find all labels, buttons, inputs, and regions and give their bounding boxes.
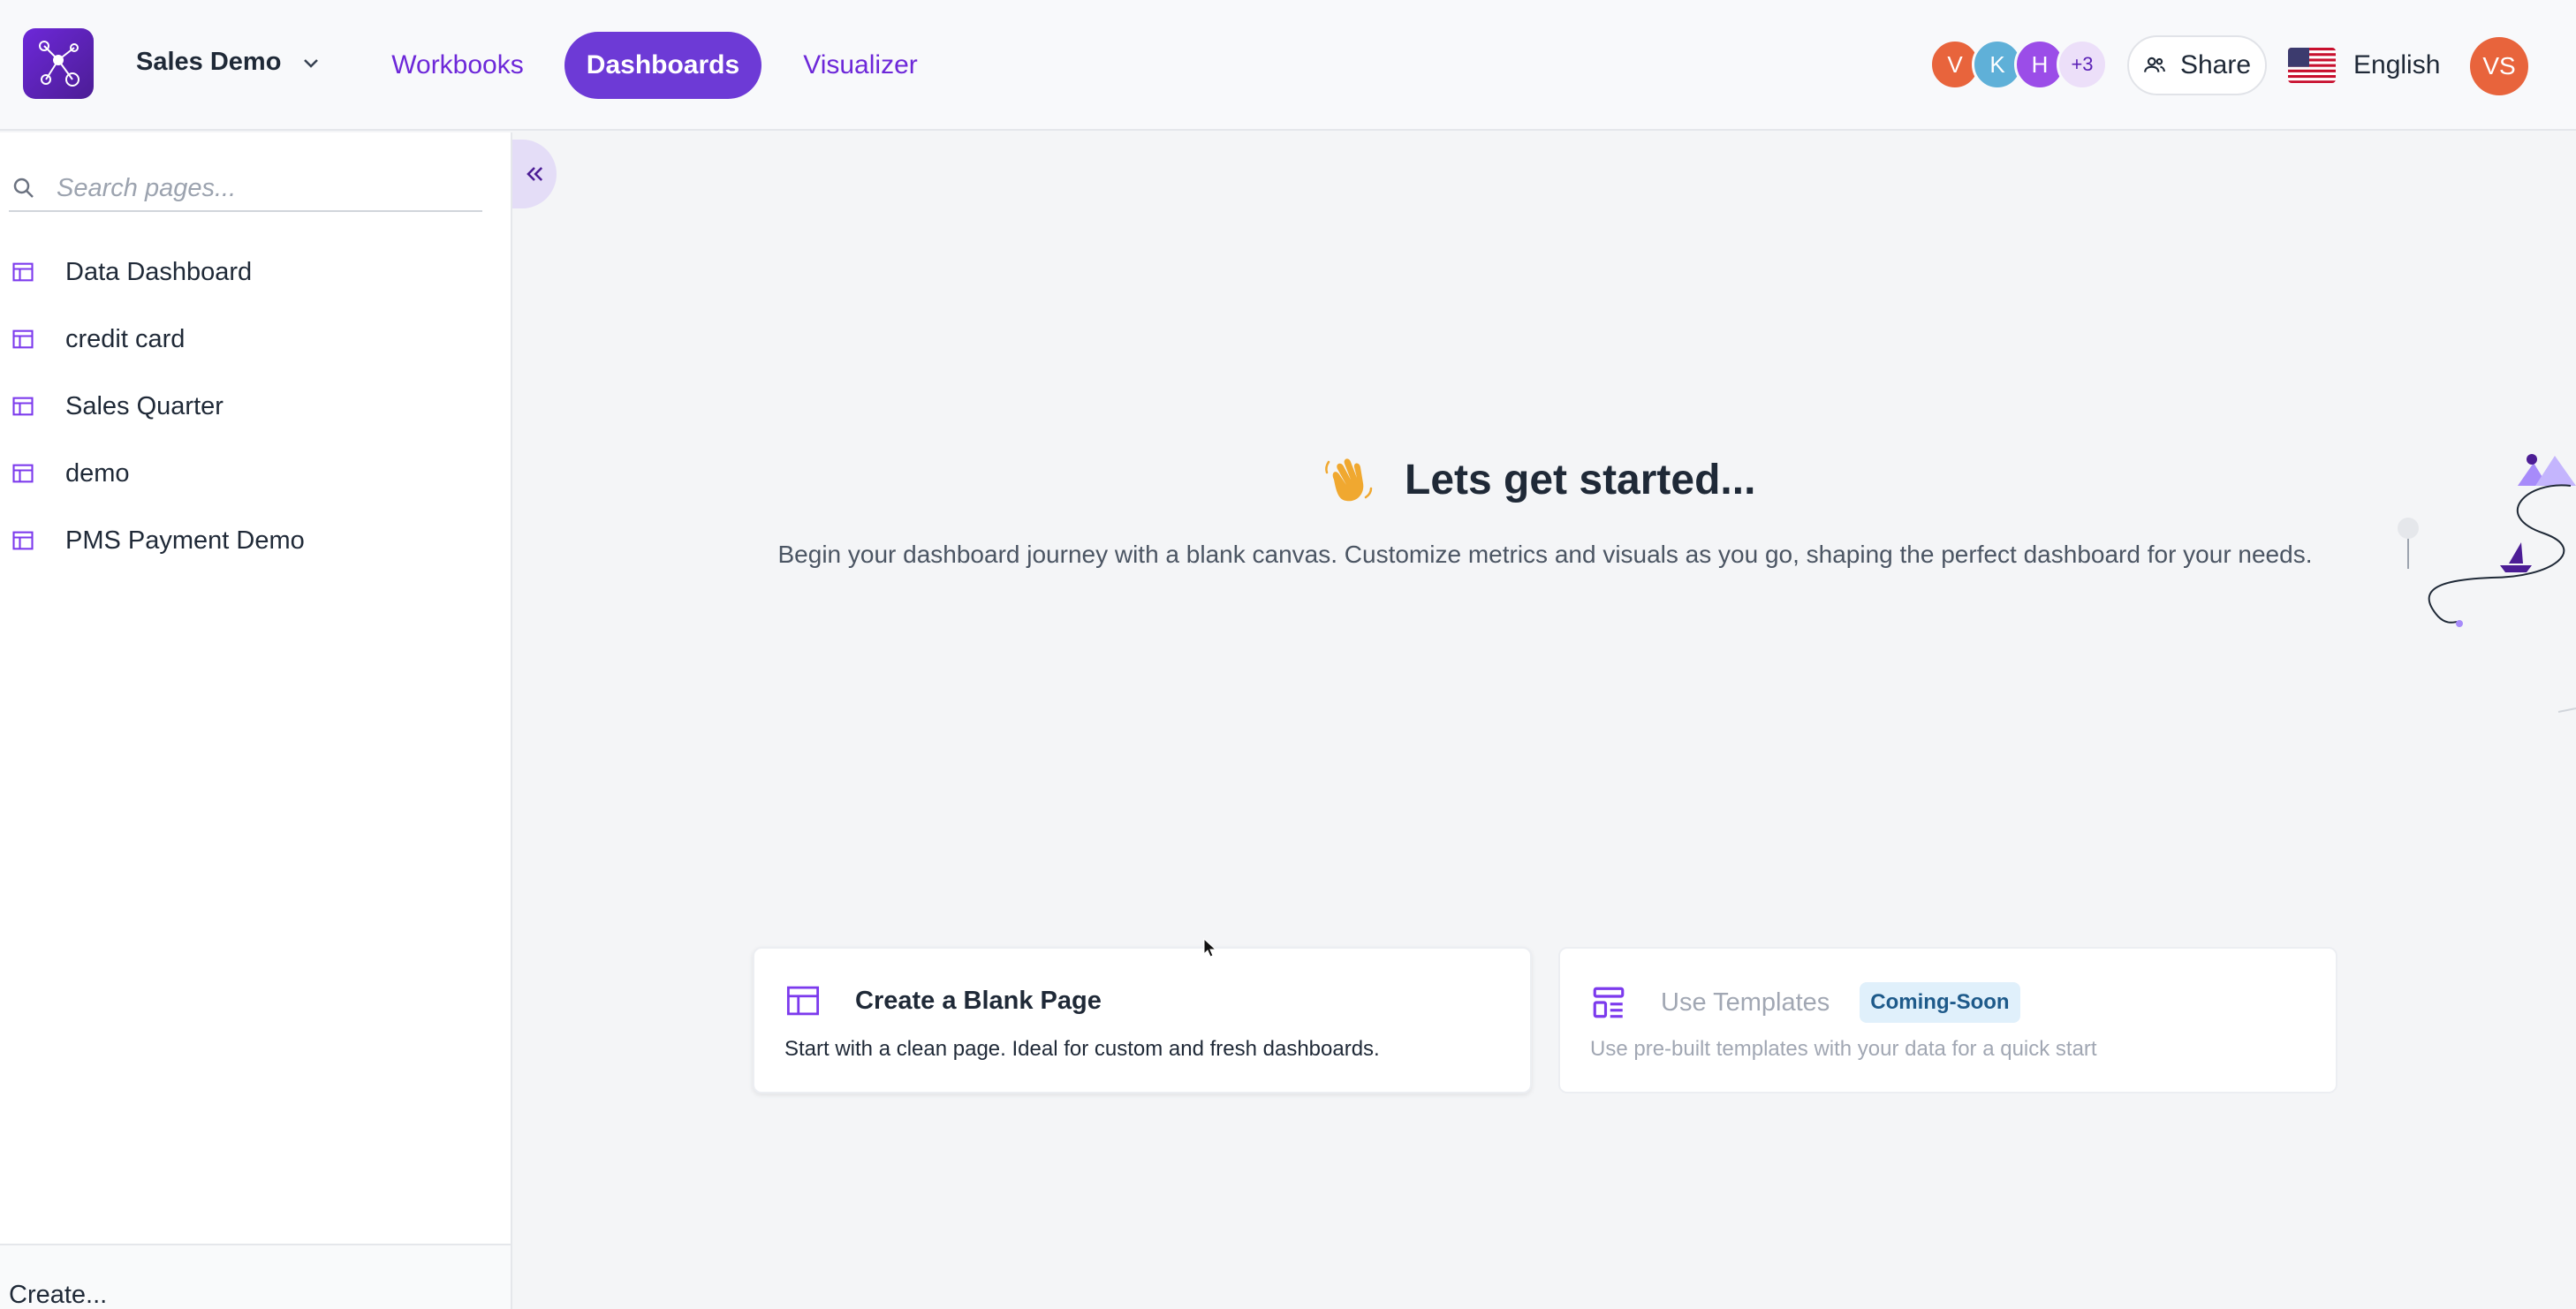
pages-sidebar: Data Dashboard credit card Sales Quarter… <box>0 132 512 1309</box>
page-item[interactable]: PMS Payment Demo <box>0 514 511 567</box>
page-item[interactable]: Data Dashboard <box>0 246 511 299</box>
language-label: English <box>2353 50 2441 79</box>
journey-illustration <box>2398 454 2576 713</box>
page-layout-icon <box>12 262 34 282</box>
blank-page-layout-icon <box>786 986 820 1016</box>
collaborators-more-badge[interactable]: +3 <box>2057 39 2108 90</box>
share-label: Share <box>2179 50 2252 79</box>
card-header: Use Templates Coming-Soon <box>1590 982 2020 1023</box>
page-item[interactable]: credit card <box>0 313 511 366</box>
page-layout-icon <box>12 531 34 550</box>
search-icon <box>13 178 34 198</box>
chevrons-left-icon <box>527 167 543 181</box>
card-title: Create a Blank Page <box>855 986 1102 1015</box>
page-layout-icon <box>12 329 34 349</box>
top-bar: Sales Demo Workbooks Dashboards Visualiz… <box>0 0 2576 131</box>
waving-hand-icon <box>1325 458 1373 502</box>
use-templates-card: Use Templates Coming-Soon Use pre-built … <box>1558 947 2337 1093</box>
create-page-button[interactable]: Create... <box>9 1281 107 1309</box>
mouse-cursor-icon <box>1203 938 1217 957</box>
page-item-label: demo <box>65 458 130 488</box>
project-selector[interactable]: Sales Demo <box>136 48 322 77</box>
page-item[interactable]: demo <box>0 447 511 500</box>
search-input[interactable] <box>57 173 472 203</box>
app-logo[interactable] <box>23 28 94 99</box>
network-logo-icon <box>39 41 80 87</box>
page-layout-icon <box>12 464 34 483</box>
nav-visualizer[interactable]: Visualizer <box>783 32 938 99</box>
us-flag-icon <box>2288 48 2336 83</box>
page-title: Lets get started... <box>1322 449 1755 511</box>
card-description: Start with a clean page. Ideal for custo… <box>784 1037 1380 1061</box>
page-item-label: Sales Quarter <box>65 391 224 420</box>
hero-title-text: Lets get started... <box>1405 456 1756 503</box>
card-header: Create a Blank Page <box>784 982 1102 1019</box>
nav-workbooks[interactable]: Workbooks <box>371 32 544 99</box>
page-item-label: Data Dashboard <box>65 257 253 286</box>
page-layout-icon <box>12 397 34 416</box>
project-name: Sales Demo <box>136 48 282 76</box>
language-selector[interactable]: English <box>2288 44 2440 87</box>
card-description: Use pre-built templates with your data f… <box>1590 1037 2097 1061</box>
collapse-sidebar-button[interactable] <box>512 140 557 208</box>
templates-icon <box>1593 987 1625 1018</box>
create-blank-page-card[interactable]: Create a Blank Page Start with a clean p… <box>753 947 1532 1093</box>
coming-soon-badge: Coming-Soon <box>1860 982 2020 1023</box>
sidebar-footer: Create... <box>0 1244 511 1309</box>
user-avatar[interactable]: VS <box>2470 37 2528 95</box>
page-item-label: PMS Payment Demo <box>65 526 305 555</box>
page-search <box>9 166 482 212</box>
page-item[interactable]: Sales Quarter <box>0 380 511 433</box>
nav-dashboards[interactable]: Dashboards <box>564 32 761 99</box>
people-icon <box>2144 57 2165 72</box>
hero-subtitle: Begin your dashboard journey with a blan… <box>777 541 2313 568</box>
card-title: Use Templates <box>1661 987 1830 1017</box>
chevron-down-icon <box>304 58 319 68</box>
page-item-label: credit card <box>65 324 186 353</box>
share-button[interactable]: Share <box>2127 35 2267 95</box>
